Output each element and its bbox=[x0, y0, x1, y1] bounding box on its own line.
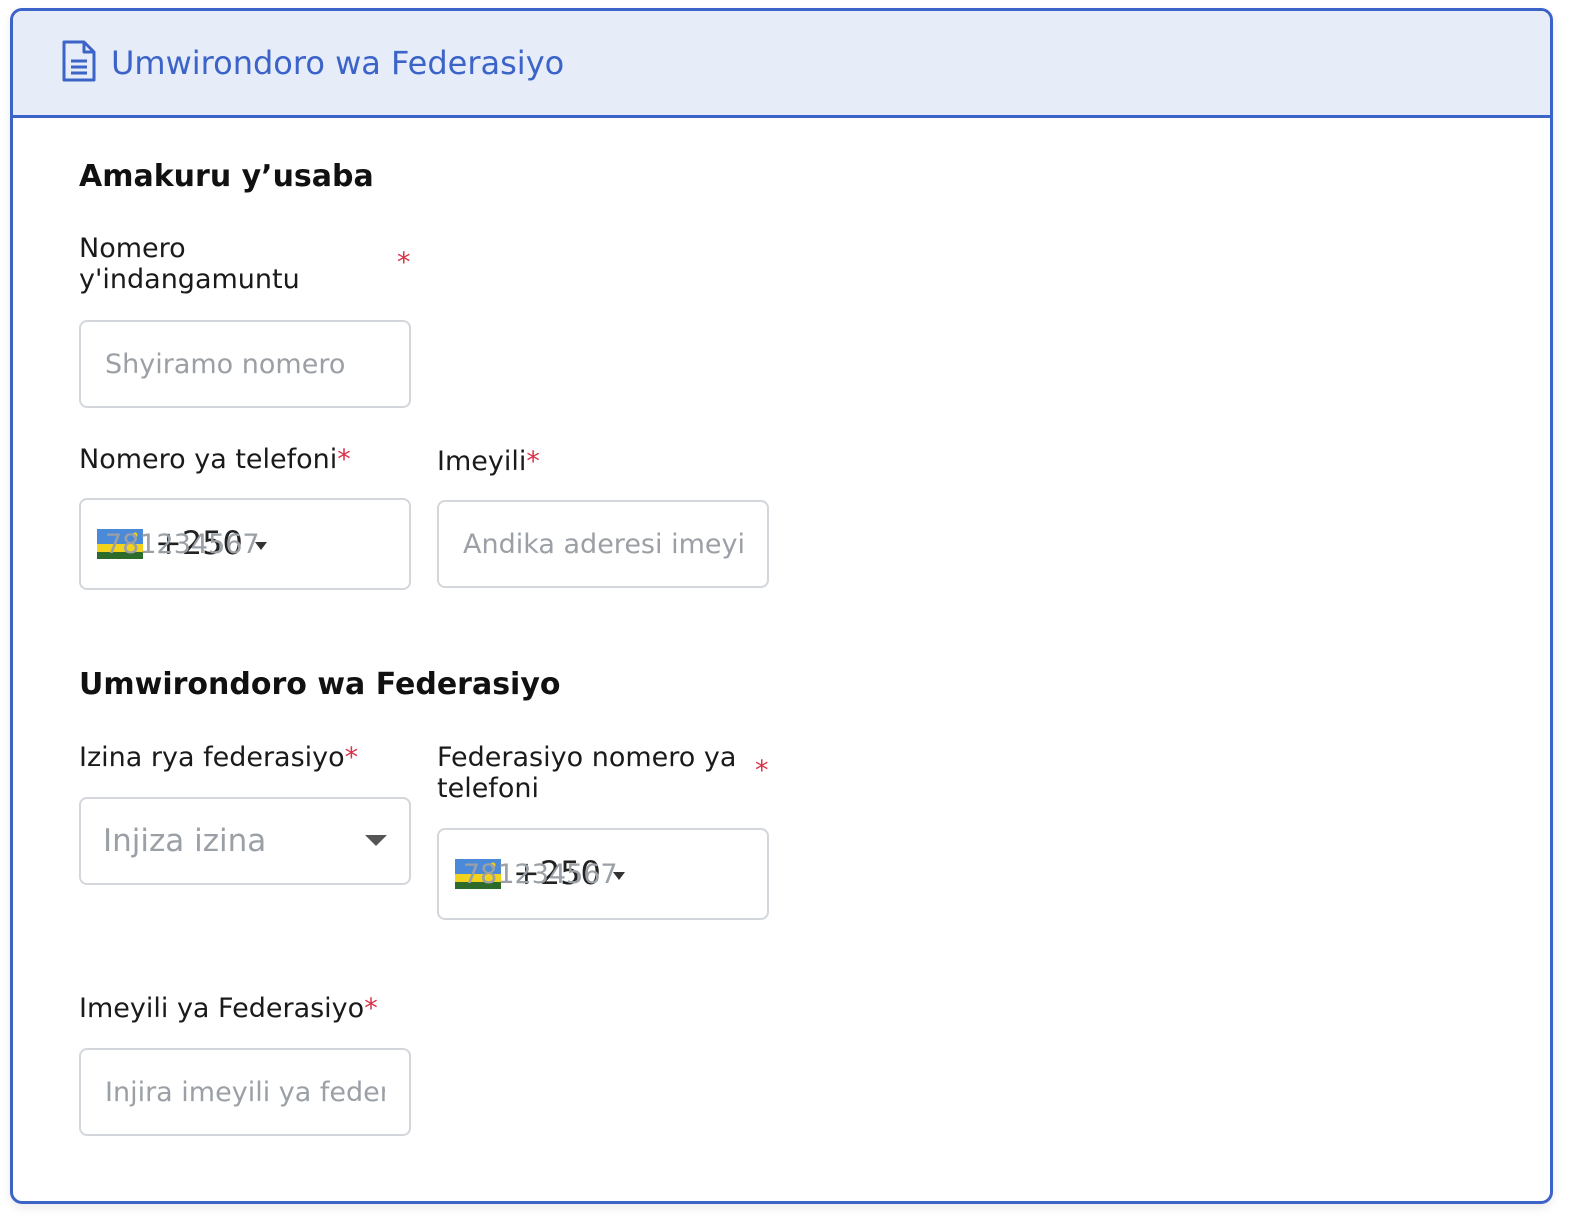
phone-label: Nomero ya telefoni* bbox=[79, 444, 351, 475]
id-number-field bbox=[79, 320, 411, 408]
federation-name-label-text: Izina rya federasiyo bbox=[79, 742, 345, 773]
document-icon bbox=[62, 40, 96, 82]
federation-profile-panel: Umwirondoro wa Federasiyo Amakuru y’usab… bbox=[10, 8, 1553, 1204]
panel-title: Umwirondoro wa Federasiyo bbox=[111, 44, 565, 82]
phone-label-text: Nomero ya telefoni bbox=[79, 444, 338, 475]
federation-name-placeholder: Injiza izina bbox=[103, 823, 267, 859]
id-number-label: Nomero y'indangamuntu bbox=[79, 233, 300, 295]
federation-phone-field: +250 bbox=[437, 828, 769, 920]
federation-email-required-mark: * bbox=[364, 993, 378, 1024]
panel-header: Umwirondoro wa Federasiyo bbox=[13, 11, 1550, 118]
email-label: Imeyili* bbox=[437, 446, 540, 477]
federation-email-field bbox=[79, 1048, 411, 1136]
phone-required-mark: * bbox=[337, 444, 351, 475]
federation-name-select[interactable]: Injiza izina bbox=[79, 797, 411, 885]
phone-input[interactable] bbox=[81, 500, 409, 588]
email-label-text: Imeyili bbox=[437, 446, 527, 477]
applicant-section-title: Amakuru y’usaba bbox=[79, 159, 374, 194]
federation-name-required-mark: * bbox=[344, 742, 359, 773]
federation-email-label: Imeyili ya Federasiyo* bbox=[79, 993, 378, 1024]
federation-phone-label: Federasiyo nomero ya telefoni bbox=[437, 742, 737, 804]
federation-phone-input[interactable] bbox=[439, 830, 767, 918]
id-number-input[interactable] bbox=[81, 322, 409, 406]
phone-field: +250 bbox=[79, 498, 411, 590]
federation-email-input[interactable] bbox=[81, 1050, 409, 1134]
federation-email-label-text: Imeyili ya Federasiyo bbox=[79, 993, 365, 1024]
email-required-mark: * bbox=[526, 446, 540, 477]
id-number-required-mark: * bbox=[397, 247, 411, 278]
federation-name-label: Izina rya federasiyo* bbox=[79, 742, 358, 773]
email-input[interactable] bbox=[439, 502, 767, 586]
federation-section-title: Umwirondoro wa Federasiyo bbox=[79, 667, 561, 702]
federation-phone-required-mark: * bbox=[755, 755, 769, 786]
chevron-down-icon[interactable] bbox=[365, 835, 387, 846]
email-field bbox=[437, 500, 769, 588]
